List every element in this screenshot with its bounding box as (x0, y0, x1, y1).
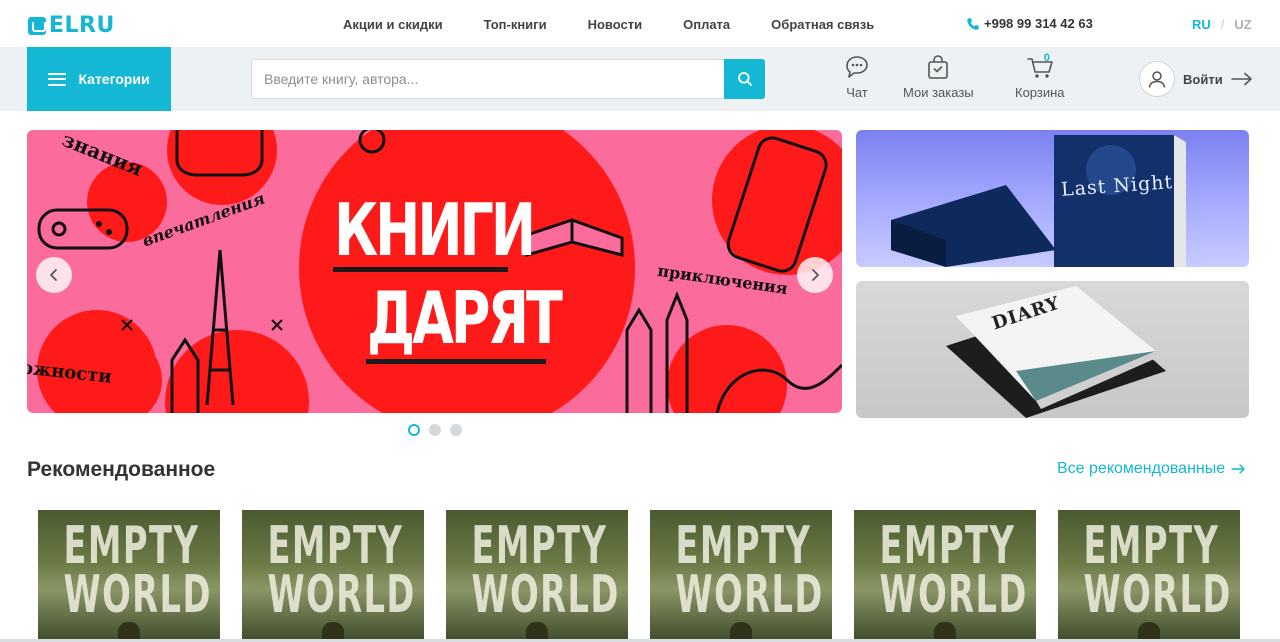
login-button[interactable]: Войти (1139, 61, 1253, 97)
chat-label: Чат (846, 85, 868, 100)
search-input[interactable] (251, 59, 724, 99)
top-bar: ELRU Акции и скидки Топ-книги Новости Оп… (0, 0, 1280, 47)
book-card[interactable]: EMPTY WORLD (446, 510, 628, 642)
slider-prev-button[interactable] (36, 257, 72, 293)
nav-link-top-books[interactable]: Топ-книги (484, 17, 547, 32)
all-recommended-label: Все рекомендованные (1057, 460, 1226, 477)
all-recommended-link[interactable]: Все рекомендованные (1057, 460, 1245, 478)
language-switcher: RU / UZ (1192, 17, 1252, 32)
recommended-books-row: EMPTY WORLD EMPTY WORLD EMPTY WORLD EMPT… (38, 510, 1240, 642)
shopping-bag-icon (928, 55, 949, 79)
top-navigation: Акции и скидки Топ-книги Новости Оплата … (343, 17, 874, 32)
book-cover-title: WORLD (471, 565, 620, 625)
cart-button[interactable]: 0 Корзина (1015, 52, 1065, 100)
phone-number: +998 99 314 42 63 (984, 16, 1093, 31)
categories-button[interactable]: Категории (27, 47, 171, 111)
nav-link-feedback[interactable]: Обратная связь (771, 17, 874, 32)
book-card[interactable]: EMPTY WORLD (650, 510, 832, 642)
brand-logo[interactable]: ELRU (28, 13, 115, 38)
arrow-right-icon (1231, 464, 1245, 474)
slider-dot-3[interactable] (450, 424, 462, 436)
side-banner-diary[interactable]: DIARY (856, 281, 1249, 418)
book-card[interactable]: EMPTY WORLD (242, 510, 424, 642)
slider-pagination (408, 424, 462, 436)
book-cover-title: WORLD (1083, 565, 1232, 625)
phone-contact[interactable]: +998 99 314 42 63 (966, 16, 1093, 31)
nav-link-promotions[interactable]: Акции и скидки (343, 17, 443, 32)
book-cover-title: WORLD (267, 565, 416, 625)
cart-label: Корзина (1015, 85, 1065, 100)
nav-link-news[interactable]: Новости (588, 17, 643, 32)
nav-link-payment[interactable]: Оплата (683, 17, 730, 32)
search-bar (251, 59, 765, 99)
menu-icon (48, 72, 67, 86)
chat-icon (846, 56, 868, 78)
brand-name: ELRU (49, 13, 115, 38)
book-card[interactable]: EMPTY WORLD (1058, 510, 1240, 642)
book-logo-icon (28, 16, 46, 35)
side-banner-last-night[interactable]: Last Night (856, 130, 1249, 267)
search-button[interactable] (724, 59, 765, 99)
book-card[interactable]: EMPTY WORLD (854, 510, 1036, 642)
book-mockup-image (891, 135, 1186, 267)
chevron-left-icon (50, 269, 57, 281)
header-bar: Категории Чат Мои заказы 0 Корзина (0, 47, 1280, 111)
book-cover-title: WORLD (63, 565, 212, 625)
cart-count-badge: 0 (1043, 52, 1050, 64)
language-ru[interactable]: RU (1192, 17, 1211, 32)
my-orders-label: Мои заказы (903, 85, 974, 100)
section-title-recommended: Рекомендованное (27, 458, 216, 481)
slider-dot-2[interactable] (429, 424, 441, 436)
user-icon (1148, 71, 1166, 88)
slider-next-button[interactable] (797, 257, 833, 293)
language-uz[interactable]: UZ (1234, 17, 1251, 32)
chat-button[interactable]: Чат (843, 53, 871, 100)
banner-illustration (37, 130, 842, 413)
cart-icon-wrap: 0 (1026, 52, 1054, 81)
categories-label: Категории (78, 71, 150, 87)
my-orders-button[interactable]: Мои заказы (903, 53, 974, 100)
book-card[interactable]: EMPTY WORLD (38, 510, 220, 642)
login-label: Войти (1183, 71, 1223, 87)
arrow-right-icon (1230, 72, 1252, 86)
slider-dot-1[interactable] (408, 424, 420, 436)
phone-icon (967, 17, 979, 30)
avatar (1139, 61, 1175, 97)
book-cover-title: WORLD (675, 565, 824, 625)
hero-banner-slider[interactable]: знания впечатления приключения ожности К… (27, 130, 842, 413)
book-cover-title: WORLD (879, 565, 1028, 625)
chevron-right-icon (812, 269, 819, 281)
language-separator: / (1220, 17, 1225, 32)
search-icon (737, 72, 752, 86)
